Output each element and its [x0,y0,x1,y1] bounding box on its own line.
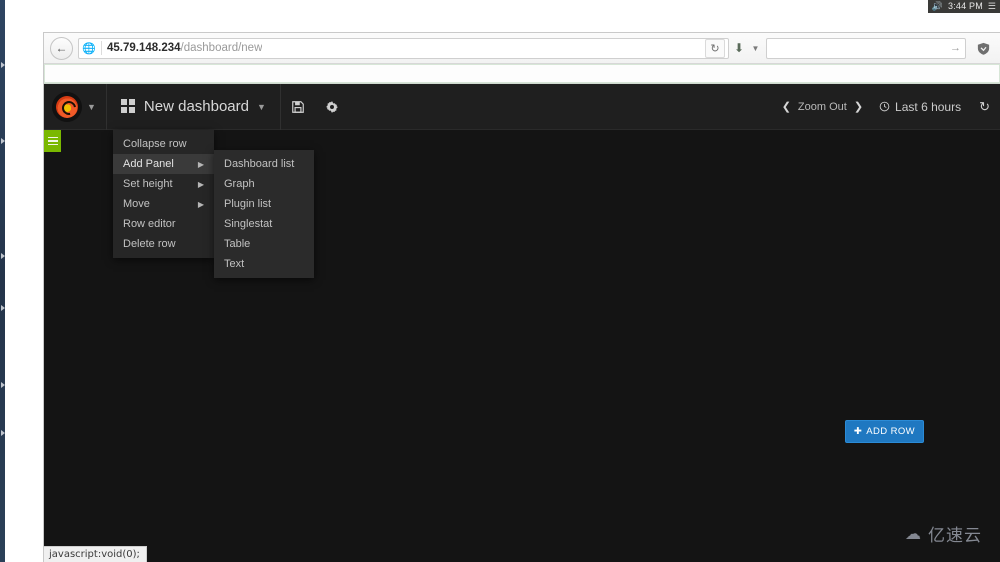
menu-item-label: Move [123,198,150,210]
downloads-dropdown-button[interactable]: ▼ [749,37,762,59]
menu-item-label: Row editor [123,218,176,230]
shield-icon [977,42,989,55]
save-icon [292,100,304,113]
watermark-text: 亿速云 [928,526,982,545]
submenu-item-dashboard-list[interactable]: Dashboard list [214,154,314,174]
cloud-icon: ☁ [905,525,922,543]
browser-toolbar: ← 🌐 45.79.148.234/dashboard/new ↻ ⬇ ▼ → [44,33,1000,64]
bookmarks-bar[interactable] [44,64,1000,84]
address-separator [101,41,102,55]
clock-icon [879,101,890,112]
submenu-item-label: Graph [224,178,255,190]
search-box[interactable]: → [766,37,966,59]
submenu-item-label: Text [224,258,245,270]
dock-arrow-icon [1,138,5,144]
submenu-item-table[interactable]: Table [214,234,314,254]
dashboard-settings-button[interactable] [315,84,349,130]
system-tray: 🔊 3:44 PM ☰ [927,0,1000,13]
grafana-logo-icon [52,91,82,122]
dashboard-grid-icon [120,99,136,114]
zoom-out-label[interactable]: Zoom Out [798,101,847,113]
clock-time[interactable]: 3:44 PM [948,2,983,11]
menu-item-row-editor[interactable]: Row editor [113,214,214,234]
refresh-icon: ↻ [979,98,990,114]
menu-item-label: Set height [123,178,173,190]
dock-arrow-icon [1,62,5,68]
row-context-menu: Collapse row Add Panel ▶ Set height ▶ Mo… [113,130,214,258]
address-bar[interactable]: 🌐 45.79.148.234/dashboard/new ↻ [78,37,729,59]
gear-icon [326,100,338,113]
reload-icon: ↻ [710,42,720,55]
time-range-picker[interactable]: Last 6 hours [879,100,961,114]
screen: 🔊 3:44 PM ☰ ← 🌐 45.79.148.234/dashboard/… [0,0,1000,562]
chevron-down-icon: ▼ [257,101,266,112]
reload-button[interactable]: ↻ [705,38,725,58]
hamburger-icon [47,135,58,148]
chevron-down-icon: ▼ [87,101,96,112]
dashboard-title-menu[interactable]: New dashboard ▼ [107,84,280,130]
navbar-right-controls: ❮ Zoom Out ❯ Last 6 hours ↻ [782,99,1000,115]
refresh-button[interactable]: ↻ [979,99,990,115]
back-arrow-icon: ← [55,41,68,55]
download-icon: ⬇ [733,41,745,55]
add-panel-submenu: Dashboard list Graph Plugin list Singles… [214,150,314,278]
menu-item-label: Add Panel [123,158,174,170]
watermark: ☁ 亿速云 [905,521,982,546]
grafana-navbar: ▼ New dashboard ▼ ❮ Zoom Out ❯ Last 6 ho… [44,84,1000,130]
globe-icon: 🌐 [82,42,96,55]
submenu-item-singlestat[interactable]: Singlestat [214,214,314,234]
submenu-item-label: Plugin list [224,198,272,210]
submenu-item-plugin-list[interactable]: Plugin list [214,194,314,214]
time-range-label: Last 6 hours [895,99,962,114]
caret-right-icon: ▶ [197,199,204,209]
save-dashboard-button[interactable] [281,84,315,130]
dock-arrow-icon [1,430,5,436]
desktop-dock-strip[interactable] [0,0,5,562]
url-path: /dashboard/new [180,42,263,54]
status-bar: javascript:void(0); [44,546,147,562]
dock-arrow-icon [1,253,5,259]
caret-right-icon: ▶ [197,179,204,189]
grafana-logo-menu[interactable]: ▼ [52,91,106,122]
add-row-label: ADD ROW [866,426,915,437]
submenu-item-graph[interactable]: Graph [214,174,314,194]
menu-item-label: Delete row [123,238,176,250]
dashboard-title: New dashboard [143,98,249,115]
menu-item-move[interactable]: Move ▶ [113,194,214,214]
dashboard-body: Collapse row Add Panel ▶ Set height ▶ Mo… [44,130,1000,562]
menu-item-delete-row[interactable]: Delete row [113,234,214,254]
dock-arrow-icon [1,382,5,388]
add-row-button[interactable]: ✚ ADD ROW [844,420,924,443]
dock-arrow-icon [1,305,5,311]
menu-item-collapse-row[interactable]: Collapse row [113,134,214,154]
url-host: 45.79.148.234 [107,42,181,54]
submenu-item-label: Dashboard list [224,158,295,170]
caret-right-icon: ▶ [197,159,204,169]
zoom-out-control[interactable]: ❮ Zoom Out ❯ [782,100,863,114]
address-bar-url: 45.79.148.234/dashboard/new [107,42,262,54]
speaker-icon[interactable]: 🔊 [932,2,943,11]
search-input[interactable] [771,41,950,55]
menu-item-label: Collapse row [123,138,187,150]
chevron-left-icon[interactable]: ❮ [782,100,791,113]
chevron-down-icon: ▼ [751,43,760,53]
shield-button[interactable] [972,37,994,59]
back-button[interactable]: ← [50,36,73,60]
menu-item-set-height[interactable]: Set height ▶ [113,174,214,194]
plus-icon: ✚ [853,426,863,437]
browser-window: ← 🌐 45.79.148.234/dashboard/new ↻ ⬇ ▼ → [44,33,1000,562]
submenu-item-text[interactable]: Text [214,254,314,274]
network-icon[interactable]: ☰ [988,2,996,11]
grafana-page: ▼ New dashboard ▼ ❮ Zoom Out ❯ Last 6 ho… [44,84,1000,562]
submenu-item-label: Table [224,238,251,250]
row-menu-handle[interactable] [44,130,61,152]
arrow-right-icon[interactable]: → [950,42,961,54]
downloads-button[interactable]: ⬇ [729,37,749,59]
chevron-right-icon[interactable]: ❯ [854,100,863,113]
menu-item-add-panel[interactable]: Add Panel ▶ [113,154,214,174]
submenu-item-label: Singlestat [224,218,273,230]
